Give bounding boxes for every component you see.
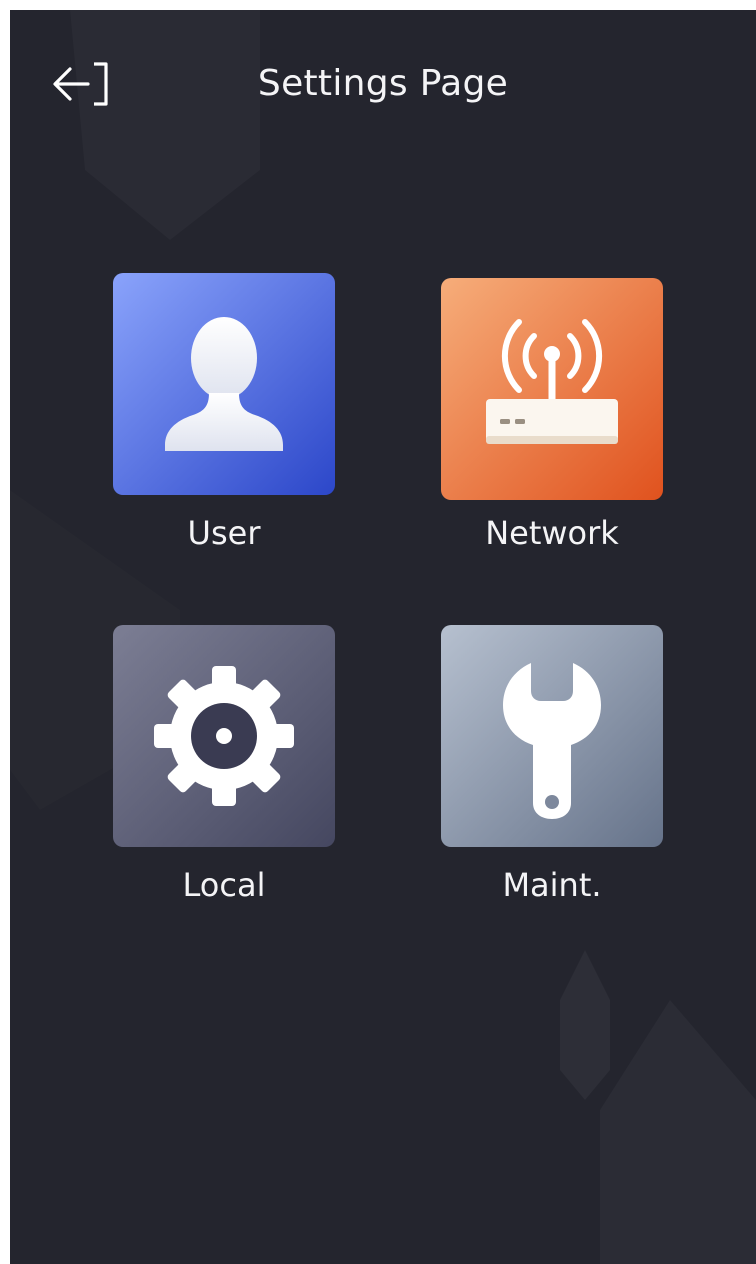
settings-screen: Settings Page User Network Local Maint. (10, 10, 756, 1264)
maintenance-tile-icon-box (441, 625, 663, 847)
page-title: Settings Page (257, 63, 509, 104)
wrench-icon (441, 625, 663, 847)
network-tile-label: Network (485, 514, 619, 552)
network-tile[interactable]: Network (436, 278, 668, 568)
user-tile-label: User (187, 514, 261, 552)
local-tile-icon-box (113, 625, 335, 847)
gear-icon (113, 625, 335, 847)
user-silhouette-icon (113, 273, 335, 495)
local-tile-label: Local (182, 866, 266, 904)
user-tile[interactable]: User (108, 273, 340, 563)
maintenance-tile-label: Maint. (502, 866, 602, 904)
local-tile[interactable]: Local (108, 625, 340, 915)
router-antenna-icon (441, 278, 663, 500)
maintenance-tile[interactable]: Maint. (436, 625, 668, 915)
user-tile-icon-box (113, 273, 335, 495)
network-tile-icon-box (441, 278, 663, 500)
